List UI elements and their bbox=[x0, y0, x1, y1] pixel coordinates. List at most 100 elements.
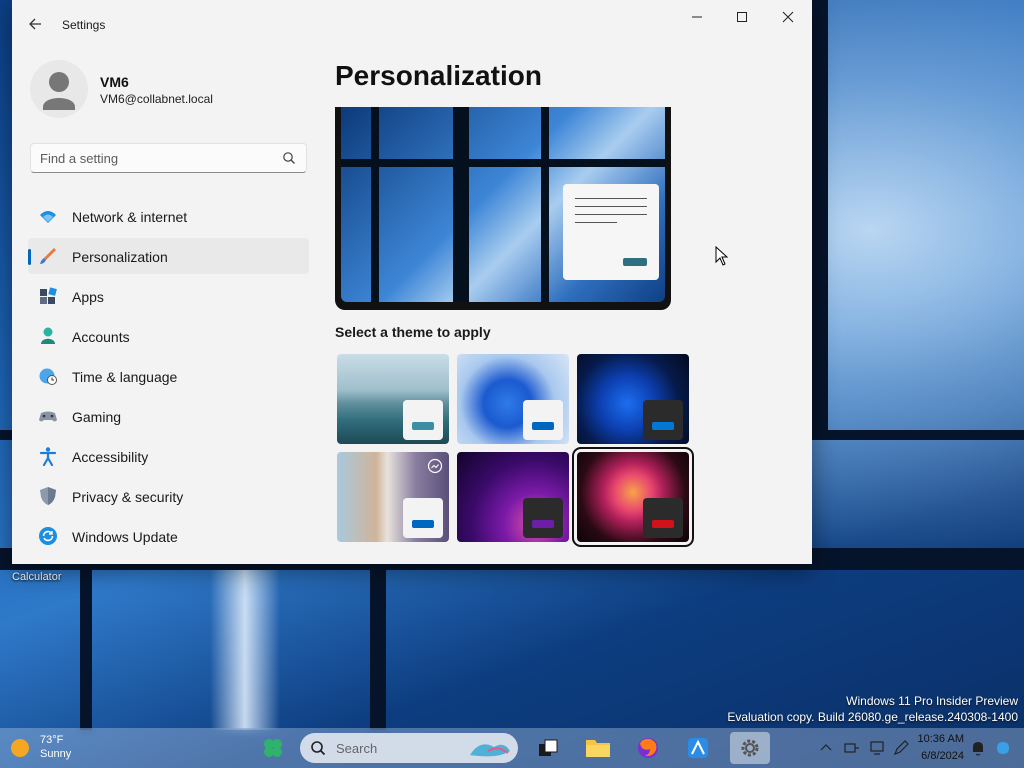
sidebar-item-windows-update[interactable]: Windows Update bbox=[28, 518, 309, 554]
firefox-button[interactable] bbox=[634, 734, 662, 762]
maximize-button[interactable] bbox=[720, 6, 764, 28]
theme-chip bbox=[523, 400, 563, 440]
minimize-button[interactable] bbox=[675, 6, 719, 28]
theme-chip bbox=[643, 400, 683, 440]
maximize-icon bbox=[737, 12, 747, 22]
theme-captured-motion[interactable] bbox=[337, 354, 449, 444]
sidebar-item-gaming[interactable]: Gaming bbox=[28, 398, 309, 434]
start-button[interactable] bbox=[259, 734, 287, 762]
title-bar[interactable]: Settings bbox=[12, 0, 812, 50]
sidebar-item-label: Network & internet bbox=[72, 209, 188, 225]
folder-icon bbox=[586, 740, 610, 757]
user-avatar-icon bbox=[43, 72, 75, 110]
user-name: VM6 bbox=[100, 74, 129, 90]
theme-chip bbox=[403, 498, 443, 538]
notification-bell-icon[interactable] bbox=[970, 739, 986, 757]
watermark-line2: Evaluation copy. Build 26080.ge_release.… bbox=[727, 710, 1018, 724]
sidebar-item-label: Personalization bbox=[72, 249, 168, 265]
clock-date[interactable]: 6/8/2024 bbox=[921, 750, 964, 762]
close-icon bbox=[782, 11, 794, 23]
wallpaper-frame bbox=[812, 0, 828, 440]
theme-sunrise[interactable] bbox=[572, 447, 694, 547]
active-indicator bbox=[28, 249, 31, 265]
accessibility-icon bbox=[39, 447, 57, 466]
firefox-icon bbox=[638, 738, 658, 758]
person-icon bbox=[41, 327, 55, 344]
wallpaper-frame bbox=[370, 560, 386, 730]
avatar[interactable] bbox=[30, 60, 88, 118]
sidebar-item-time-language[interactable]: Time & language bbox=[28, 358, 309, 394]
preview-wallpaper bbox=[341, 107, 665, 302]
display-icon[interactable] bbox=[868, 739, 886, 757]
settings-window: Settings VM6 VM6@collabnet.local Find a … bbox=[12, 0, 812, 564]
close-button[interactable] bbox=[766, 6, 810, 28]
file-explorer-button[interactable] bbox=[584, 734, 612, 762]
wifi-icon bbox=[40, 211, 56, 223]
weather-temp[interactable]: 73°F bbox=[40, 734, 63, 746]
theme-chip bbox=[523, 498, 563, 538]
settings-taskbar-button[interactable] bbox=[730, 732, 770, 764]
draw-app-icon bbox=[688, 738, 708, 758]
sidebar-item-network[interactable]: Network & internet bbox=[28, 198, 309, 234]
sidebar-nav: Network & internet Personalization Apps bbox=[28, 198, 309, 558]
sidebar-item-label: Accessibility bbox=[72, 449, 149, 465]
theme-preview bbox=[335, 107, 671, 310]
update-icon bbox=[39, 527, 57, 545]
cursor-icon bbox=[715, 246, 729, 266]
sidebar-item-privacy-security[interactable]: Privacy & security bbox=[28, 478, 309, 514]
user-email: VM6@collabnet.local bbox=[100, 92, 213, 106]
search-box[interactable]: Find a setting bbox=[30, 143, 307, 173]
start-clover-icon bbox=[264, 739, 282, 757]
sun-icon[interactable] bbox=[10, 738, 30, 758]
app-title: Settings bbox=[62, 18, 106, 32]
theme-glow[interactable] bbox=[457, 452, 569, 542]
theme-heading: Select a theme to apply bbox=[335, 324, 491, 340]
theme-chip bbox=[403, 400, 443, 440]
theme-windows-light[interactable] bbox=[457, 354, 569, 444]
sidebar-item-label: Gaming bbox=[72, 409, 122, 425]
network-icon[interactable] bbox=[843, 739, 861, 757]
theme-flow[interactable] bbox=[337, 452, 449, 542]
apps-icon bbox=[40, 287, 57, 304]
back-button[interactable] bbox=[26, 14, 46, 34]
search-icon bbox=[283, 152, 295, 164]
copilot-icon[interactable] bbox=[994, 739, 1012, 757]
vscode-button[interactable] bbox=[684, 734, 712, 762]
chevron-up-icon[interactable] bbox=[820, 742, 832, 752]
brush-icon bbox=[40, 248, 56, 264]
sidebar-item-label: Accounts bbox=[72, 329, 130, 345]
preview-dialog bbox=[563, 184, 659, 280]
sidebar-item-label: Privacy & security bbox=[72, 489, 184, 505]
wallpaper-light bbox=[210, 560, 280, 730]
wallpaper-frame bbox=[80, 560, 92, 730]
task-view-button[interactable] bbox=[534, 734, 562, 762]
sidebar-item-apps[interactable]: Apps bbox=[28, 278, 309, 314]
sidebar-item-personalization[interactable]: Personalization bbox=[28, 238, 309, 274]
clock-time[interactable]: 10:36 AM bbox=[918, 733, 964, 745]
pen-icon[interactable] bbox=[892, 739, 910, 757]
sidebar-item-accounts[interactable]: Accounts bbox=[28, 318, 309, 354]
task-view-icon bbox=[539, 739, 558, 756]
taskbar-search[interactable]: Search bbox=[300, 733, 518, 763]
sidebar-item-accessibility[interactable]: Accessibility bbox=[28, 438, 309, 474]
sidebar-item-label: Windows Update bbox=[72, 529, 178, 545]
minimize-icon bbox=[692, 16, 702, 18]
shield-icon bbox=[40, 487, 56, 505]
arrow-left-icon bbox=[29, 18, 41, 30]
globe-clock-icon bbox=[39, 368, 57, 385]
theme-windows-dark[interactable] bbox=[577, 354, 689, 444]
watermark-line1: Windows 11 Pro Insider Preview bbox=[846, 694, 1018, 708]
taskbar-search-input[interactable]: Search bbox=[336, 741, 377, 756]
sidebar-item-label: Apps bbox=[72, 289, 104, 305]
taskbar: 73°F Sunny Search 10:36 AM 6/8/2024 bbox=[0, 728, 1024, 768]
search-input[interactable]: Find a setting bbox=[40, 151, 118, 166]
spotlight-icon bbox=[427, 458, 443, 474]
search-highlight-icon bbox=[470, 744, 510, 757]
search-icon bbox=[311, 741, 326, 756]
desktop-calculator-label[interactable]: Calculator bbox=[12, 571, 62, 583]
page-title: Personalization bbox=[335, 60, 542, 91]
sidebar-item-label: Time & language bbox=[72, 369, 178, 385]
gear-icon bbox=[741, 739, 759, 757]
weather-condition[interactable]: Sunny bbox=[40, 748, 71, 760]
theme-chip bbox=[643, 498, 683, 538]
